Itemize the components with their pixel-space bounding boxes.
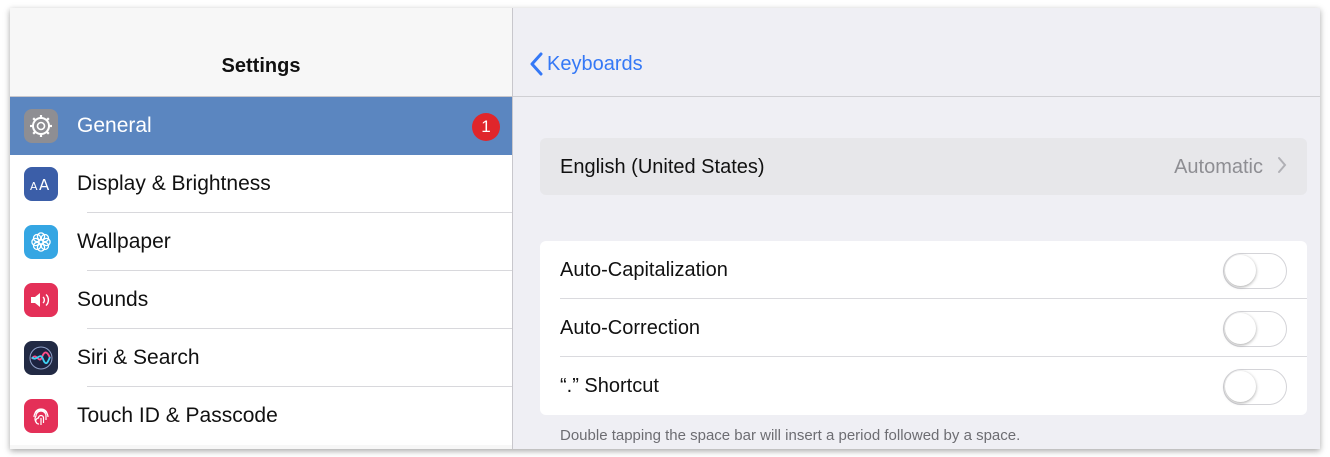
svg-text:A: A xyxy=(30,180,38,192)
sidebar-item-display-brightness[interactable]: A A Display & Brightness xyxy=(10,155,512,213)
flower-icon xyxy=(24,225,58,259)
sidebar-item-label: Wallpaper xyxy=(77,230,171,253)
language-group: English (United States) Automatic xyxy=(540,138,1307,195)
sidebar-item-sounds[interactable]: Sounds xyxy=(10,271,512,329)
sidebar-item-label: Siri & Search xyxy=(77,346,200,369)
svg-text:A: A xyxy=(39,176,50,192)
siri-icon xyxy=(24,341,58,375)
detail-navbar: Keyboards xyxy=(513,42,1320,97)
sidebar-item-label: Touch ID & Passcode xyxy=(77,404,278,427)
language-row[interactable]: English (United States) Automatic xyxy=(540,138,1307,196)
auto-correction-switch[interactable] xyxy=(1223,311,1287,347)
display-aa-icon: A A xyxy=(24,167,58,201)
shortcut-footer-note: Double tapping the space bar will insert… xyxy=(560,427,1021,444)
period-shortcut-switch[interactable] xyxy=(1223,369,1287,405)
sidebar-item-label: General xyxy=(77,114,152,137)
settings-sidebar: Settings General 1 A A Display & Brightn… xyxy=(10,8,513,449)
settings-list: General 1 A A Display & Brightness Wallp… xyxy=(10,97,512,445)
keyboards-detail-pane: Keyboards English (United States) Automa… xyxy=(513,8,1320,449)
language-value: Automatic xyxy=(1174,155,1263,178)
auto-correction-row: Auto-Correction xyxy=(540,299,1307,357)
chevron-left-icon xyxy=(530,52,543,76)
sidebar-item-wallpaper[interactable]: Wallpaper xyxy=(10,213,512,271)
sidebar-item-touchid-passcode[interactable]: Touch ID & Passcode xyxy=(10,387,512,445)
auto-capitalization-label: Auto-Capitalization xyxy=(560,258,728,281)
auto-correction-label: Auto-Correction xyxy=(560,316,701,339)
language-label: English (United States) xyxy=(560,155,765,178)
auto-capitalization-switch[interactable] xyxy=(1223,253,1287,289)
ipad-screen: iPad 11:55 PM 5% Settin xyxy=(10,8,1320,449)
period-shortcut-label: “.” Shortcut xyxy=(560,374,659,397)
sidebar-title: Settings xyxy=(10,42,512,97)
sidebar-item-label: Display & Brightness xyxy=(77,172,271,195)
auto-capitalization-row: Auto-Capitalization xyxy=(540,241,1307,299)
back-label: Keyboards xyxy=(547,52,643,75)
speaker-icon xyxy=(24,283,58,317)
fingerprint-icon xyxy=(24,399,58,433)
back-button[interactable]: Keyboards xyxy=(529,52,643,76)
gear-icon xyxy=(24,109,58,143)
sidebar-item-general[interactable]: General 1 xyxy=(10,97,512,155)
period-shortcut-row: “.” Shortcut xyxy=(540,357,1307,415)
keyboard-toggles-group: Auto-Capitalization Auto-Correction “.” … xyxy=(540,241,1307,415)
sidebar-item-siri-search[interactable]: Siri & Search xyxy=(10,329,512,387)
chevron-right-icon xyxy=(1278,157,1287,173)
sidebar-item-label: Sounds xyxy=(77,288,149,311)
notification-badge: 1 xyxy=(472,113,500,141)
